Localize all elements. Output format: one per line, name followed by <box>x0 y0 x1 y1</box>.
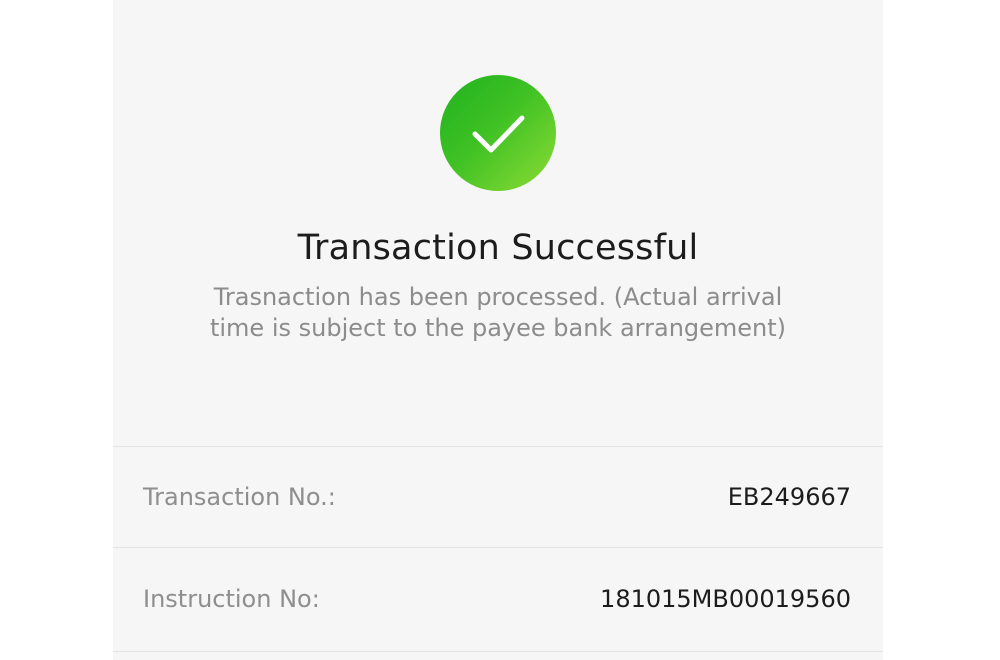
transaction-result-screen: Transaction Successful Trasnaction has b… <box>113 0 883 660</box>
instruction-number-value: 181015MB00019560 <box>600 585 851 613</box>
instruction-number-label: Instruction No: <box>143 585 320 613</box>
divider <box>113 547 883 548</box>
success-header: Transaction Successful Trasnaction has b… <box>113 0 883 446</box>
page-title: Transaction Successful <box>297 228 699 268</box>
divider <box>113 651 883 652</box>
transaction-number-value: EB249667 <box>727 483 851 511</box>
transaction-number-label: Transaction No.: <box>143 483 336 511</box>
checkmark-icon <box>472 115 525 153</box>
success-badge <box>440 75 556 191</box>
transaction-number-row: Transaction No.: EB249667 <box>113 447 883 547</box>
status-message-line-2: time is subject to the payee bank arrang… <box>209 314 787 342</box>
instruction-number-row: Instruction No: 181015MB00019560 <box>113 549 883 649</box>
status-message-line-1: Trasnaction has been processed. (Actual … <box>213 283 783 311</box>
status-message: Trasnaction has been processed. (Actual … <box>148 282 848 344</box>
